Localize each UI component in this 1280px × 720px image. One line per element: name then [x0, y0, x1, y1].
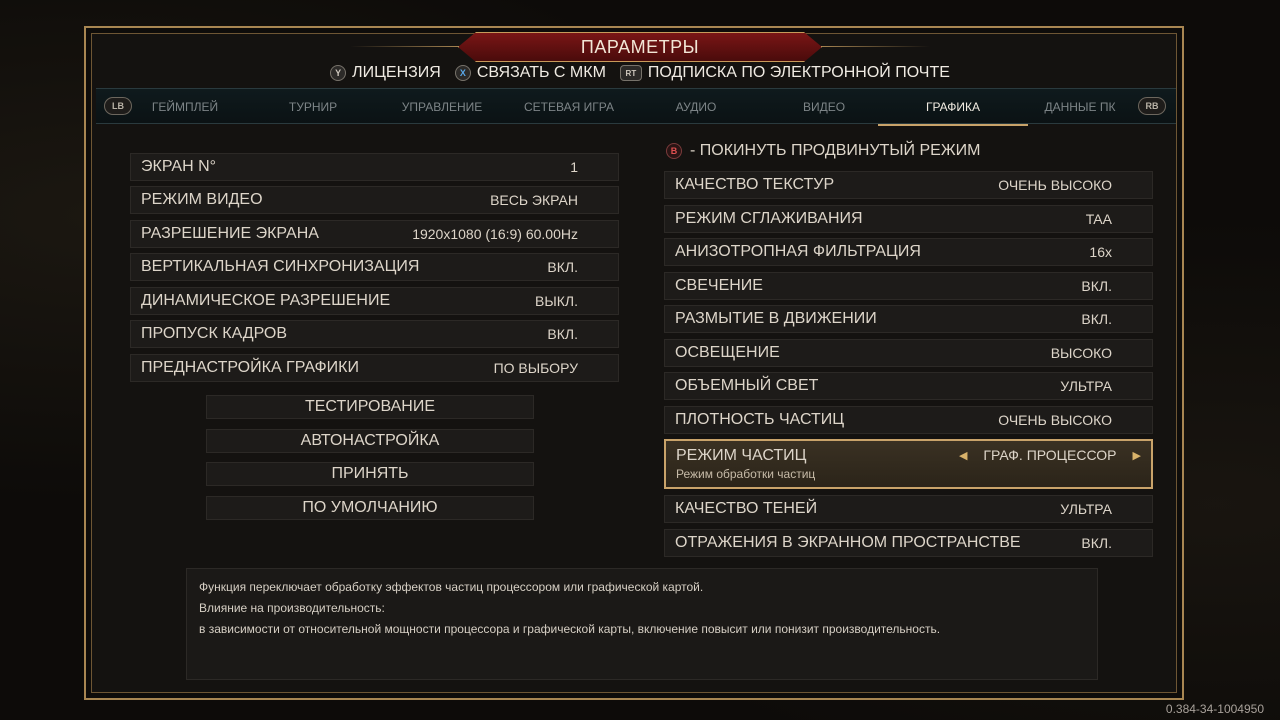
setting-label: РЕЖИМ СГЛАЖИВАНИЯ	[675, 210, 863, 227]
left-arrow-icon[interactable]: ◀	[959, 449, 967, 462]
particle-mode-text: РЕЖИМ ЧАСТИЦ Режим обработки частиц	[676, 447, 815, 481]
setting-dynamic-resolution[interactable]: ДИНАМИЧЕСКОЕ РАЗРЕШЕНИЕ ВЫКЛ.	[130, 287, 619, 315]
setting-value: ВКЛ.	[1081, 311, 1112, 327]
setting-label: РАЗМЫТИЕ В ДВИЖЕНИИ	[675, 310, 877, 327]
setting-value: ВЫКЛ.	[535, 293, 578, 309]
setting-vsync[interactable]: ВЕРТИКАЛЬНАЯ СИНХРОНИЗАЦИЯ ВКЛ.	[130, 253, 619, 281]
setting-value: ОЧЕНЬ ВЫСОКО	[998, 177, 1112, 193]
description-line: Влияние на производительность:	[199, 601, 385, 615]
setting-value: ВЕСЬ ЭКРАН	[490, 192, 578, 208]
x-button-icon: X	[454, 65, 471, 81]
tab-gameplay[interactable]: ГЕЙМПЛЕЙ	[144, 89, 226, 125]
title-plate: ПАРАМЕТРЫ	[458, 32, 822, 62]
setting-lighting[interactable]: ОСВЕЩЕНИЕ ВЫСОКО	[664, 339, 1153, 367]
tab-tournament[interactable]: ТУРНИР	[274, 89, 352, 125]
tab-pc-data[interactable]: ДАННЫЕ ПК	[1036, 89, 1124, 125]
setting-particle-mode[interactable]: РЕЖИМ ЧАСТИЦ Режим обработки частиц ◀ ГР…	[664, 439, 1153, 489]
setting-video-mode[interactable]: РЕЖИМ ВИДЕО ВЕСЬ ЭКРАН	[130, 186, 619, 214]
description-line: Функция переключает обработку эффектов ч…	[199, 580, 704, 594]
b-button-icon: B	[666, 143, 682, 159]
setting-particle-density[interactable]: ПЛОТНОСТЬ ЧАСТИЦ ОЧЕНЬ ВЫСОКО	[664, 406, 1153, 434]
rb-bumper-icon[interactable]: RB	[1138, 97, 1166, 115]
defaults-button[interactable]: ПО УМОЛЧАНИЮ	[206, 496, 534, 520]
tab-online[interactable]: СЕТЕВАЯ ИГРА	[520, 89, 618, 125]
setting-label: ДИНАМИЧЕСКОЕ РАЗРЕШЕНИЕ	[141, 292, 391, 309]
setting-label: ОТРАЖЕНИЯ В ЭКРАННОМ ПРОСТРАНСТВЕ	[675, 534, 1021, 551]
email-subscription-label: ПОДПИСКА ПО ЭЛЕКТРОННОЙ ПОЧТЕ	[647, 64, 950, 81]
license-shortcut[interactable]: Y ЛИЦЕНЗИЯ	[330, 64, 441, 82]
setting-antialiasing[interactable]: РЕЖИМ СГЛАЖИВАНИЯ TAA	[664, 205, 1153, 233]
setting-label: РЕЖИМ ЧАСТИЦ	[676, 447, 807, 464]
setting-value: ГРАФ. ПРОЦЕССОР	[983, 447, 1117, 463]
setting-shadow-quality[interactable]: КАЧЕСТВО ТЕНЕЙ УЛЬТРА	[664, 495, 1153, 523]
tab-bar: LB ГЕЙМПЛЕЙ ТУРНИР УПРАВЛЕНИЕ СЕТЕВАЯ ИГ…	[96, 88, 1176, 126]
setting-label: ОСВЕЩЕНИЕ	[675, 344, 780, 361]
exit-advanced-mode[interactable]: B - ПОКИНУТЬ ПРОДВИНУТЫЙ РЕЖИМ	[666, 142, 980, 160]
setting-value: ВКЛ.	[1081, 278, 1112, 294]
description-line: в зависимости от относительной мощности …	[199, 622, 941, 636]
setting-graphics-preset[interactable]: ПРЕДНАСТРОЙКА ГРАФИКИ ПО ВЫБОРУ	[130, 354, 619, 382]
rt-button-icon: RT	[619, 65, 642, 81]
setting-value: ВКЛ.	[1081, 535, 1112, 551]
setting-value: ВКЛ.	[547, 259, 578, 275]
tab-audio[interactable]: АУДИО	[658, 89, 734, 125]
setting-label: СВЕЧЕНИЕ	[675, 277, 763, 294]
link-mkm-shortcut[interactable]: X СВЯЗАТЬ С МКМ	[454, 64, 606, 82]
setting-screen-space-reflections[interactable]: ОТРАЖЕНИЯ В ЭКРАННОМ ПРОСТРАНСТВЕ ВКЛ.	[664, 529, 1153, 557]
setting-value: 16x	[1089, 244, 1112, 260]
setting-value: УЛЬТРА	[1060, 378, 1112, 394]
setting-value: УЛЬТРА	[1060, 501, 1112, 517]
setting-value: ПО ВЫБОРУ	[493, 360, 578, 376]
title-ornament-right	[820, 46, 930, 47]
setting-label: ПЛОТНОСТЬ ЧАСТИЦ	[675, 411, 845, 428]
title-ornament-left	[350, 46, 460, 47]
license-label: ЛИЦЕНЗИЯ	[352, 64, 441, 81]
setting-value: ОЧЕНЬ ВЫСОКО	[998, 412, 1112, 428]
version-label: 0.384-34-1004950	[1165, 702, 1264, 716]
setting-label: ПРЕДНАСТРОЙКА ГРАФИКИ	[141, 359, 359, 376]
email-subscription-shortcut[interactable]: RT ПОДПИСКА ПО ЭЛЕКТРОННОЙ ПОЧТЕ	[619, 64, 950, 82]
exit-advanced-label: - ПОКИНУТЬ ПРОДВИНУТЫЙ РЕЖИМ	[690, 142, 981, 159]
setting-anisotropic[interactable]: АНИЗОТРОПНАЯ ФИЛЬТРАЦИЯ 16x	[664, 238, 1153, 266]
setting-label: РАЗРЕШЕНИЕ ЭКРАНА	[141, 225, 319, 242]
setting-motion-blur[interactable]: РАЗМЫТИЕ В ДВИЖЕНИИ ВКЛ.	[664, 305, 1153, 333]
setting-value: ВЫСОКО	[1050, 345, 1112, 361]
setting-volumetric-light[interactable]: ОБЪЕМНЫЙ СВЕТ УЛЬТРА	[664, 372, 1153, 400]
setting-texture-quality[interactable]: КАЧЕСТВО ТЕКСТУР ОЧЕНЬ ВЫСОКО	[664, 171, 1153, 199]
setting-label: ОБЪЕМНЫЙ СВЕТ	[675, 377, 819, 394]
page-title: ПАРАМЕТРЫ	[580, 36, 700, 57]
tab-graphics[interactable]: ГРАФИКА	[878, 89, 1028, 126]
setting-value: 1	[570, 159, 578, 175]
setting-label: КАЧЕСТВО ТЕКСТУР	[675, 176, 835, 193]
setting-resolution[interactable]: РАЗРЕШЕНИЕ ЭКРАНА 1920x1080 (16:9) 60.00…	[130, 220, 619, 248]
setting-label: КАЧЕСТВО ТЕНЕЙ	[675, 500, 818, 517]
setting-label: ПРОПУСК КАДРОВ	[141, 325, 288, 342]
setting-label: РЕЖИМ ВИДЕО	[141, 191, 263, 208]
tab-video[interactable]: ВИДЕО	[786, 89, 862, 125]
setting-label: ЭКРАН N°	[141, 158, 217, 175]
description-panel: Функция переключает обработку эффектов ч…	[186, 568, 1098, 680]
setting-value: TAA	[1085, 211, 1112, 227]
setting-sublabel: Режим обработки частиц	[676, 467, 816, 481]
setting-frame-skip[interactable]: ПРОПУСК КАДРОВ ВКЛ.	[130, 320, 619, 348]
lb-bumper-icon[interactable]: LB	[104, 97, 132, 115]
particle-mode-selector: ◀ ГРАФ. ПРОЦЕССОР ▶	[959, 447, 1141, 463]
right-arrow-icon[interactable]: ▶	[1133, 449, 1141, 462]
autotune-button[interactable]: АВТОНАСТРОЙКА	[206, 429, 534, 453]
setting-label: ВЕРТИКАЛЬНАЯ СИНХРОНИЗАЦИЯ	[141, 258, 420, 275]
setting-label: АНИЗОТРОПНАЯ ФИЛЬТРАЦИЯ	[675, 243, 921, 260]
setting-screen-number[interactable]: ЭКРАН N° 1	[130, 153, 619, 181]
benchmark-button[interactable]: ТЕСТИРОВАНИЕ	[206, 395, 534, 419]
tab-controls[interactable]: УПРАВЛЕНИЕ	[392, 89, 492, 125]
y-button-icon: Y	[330, 65, 347, 81]
shortcut-bar: Y ЛИЦЕНЗИЯ X СВЯЗАТЬ С МКМ RT ПОДПИСКА П…	[0, 64, 1280, 82]
setting-bloom[interactable]: СВЕЧЕНИЕ ВКЛ.	[664, 272, 1153, 300]
setting-value: 1920x1080 (16:9) 60.00Hz	[412, 226, 578, 242]
link-mkm-label: СВЯЗАТЬ С МКМ	[476, 64, 606, 81]
setting-value: ВКЛ.	[547, 326, 578, 342]
apply-button[interactable]: ПРИНЯТЬ	[206, 462, 534, 486]
